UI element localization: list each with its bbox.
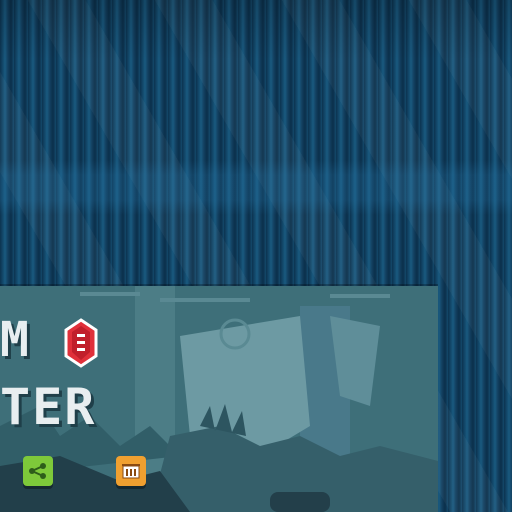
share-button[interactable] (23, 456, 53, 486)
leaderboard-button[interactable] (116, 456, 146, 486)
game-title-line2: TER (0, 378, 97, 436)
share-icon (29, 463, 46, 479)
red-gem-icon (64, 318, 98, 368)
leaderboard-icon (122, 464, 140, 479)
game-title-line1: M (0, 312, 31, 368)
